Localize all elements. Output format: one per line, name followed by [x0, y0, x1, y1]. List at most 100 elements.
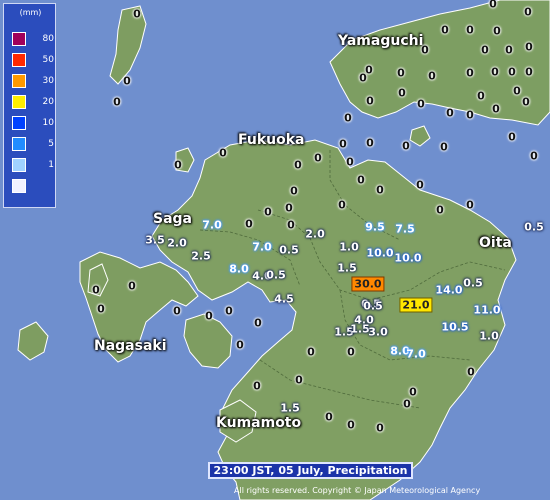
legend-swatch: [12, 32, 26, 46]
observation-value: 3.5: [145, 233, 165, 247]
place-yamaguchi: Yamaguchi: [338, 33, 424, 49]
observation-value: 0: [416, 178, 424, 192]
legend-level-label: 20: [42, 97, 54, 107]
observation-value: 0: [314, 151, 322, 165]
observation-value: 0: [295, 373, 303, 387]
observation-value: 0: [402, 139, 410, 153]
copyright-notice: All rights reserved. Copyright © Japan M…: [234, 486, 481, 495]
observation-value: 0: [376, 183, 384, 197]
observation-value: 0: [92, 283, 100, 297]
observation-value: 0: [513, 84, 521, 98]
map-caption: 23:00 JST, 05 July, Precipitation: [208, 462, 413, 479]
observation-value: 0: [467, 365, 475, 379]
place-saga: Saga: [153, 211, 192, 227]
observation-value: 0: [113, 95, 121, 109]
observation-value: 0: [428, 69, 436, 83]
observation-value: 30.0: [351, 276, 385, 292]
legend-level-label: 1: [48, 160, 54, 170]
observation-value: 0: [489, 0, 497, 11]
observation-value: 0: [492, 102, 500, 116]
legend-swatch: [12, 95, 26, 109]
observation-value: 1.0: [479, 329, 499, 343]
observation-value: 4.5: [274, 292, 294, 306]
observation-value: 7.0: [252, 240, 272, 254]
legend-swatch: [12, 158, 26, 172]
legend-unit: (mm): [19, 8, 42, 17]
observation-value: 0: [236, 338, 244, 352]
observation-value: 7.0: [202, 218, 222, 232]
observation-value: 0: [347, 418, 355, 432]
observation-value: 0: [440, 140, 448, 154]
observation-value: 0: [347, 345, 355, 359]
observation-value: 0.5: [266, 268, 286, 282]
observation-value: 7.5: [395, 222, 415, 236]
observation-value: 0: [466, 66, 474, 80]
legend-swatch: [12, 116, 26, 130]
observation-value: 0: [287, 218, 295, 232]
observation-value: 0: [481, 43, 489, 57]
place-kumamoto: Kumamoto: [216, 415, 302, 431]
observation-value: 3.0: [368, 325, 388, 339]
legend-level-label: 80: [42, 34, 54, 44]
observation-value: 0: [466, 198, 474, 212]
observation-value: 0: [398, 86, 406, 100]
observation-value: 9.5: [365, 220, 385, 234]
observation-value: 0: [530, 149, 538, 163]
observation-value: 0: [525, 65, 533, 79]
legend-level-label: 10: [42, 118, 54, 128]
observation-value: 0: [128, 279, 136, 293]
observation-value: 0.5: [524, 220, 544, 234]
observation-value: 0.5: [363, 299, 383, 313]
observation-value: 0: [97, 302, 105, 316]
observation-value: 2.5: [191, 249, 211, 263]
observation-value: 0: [508, 65, 516, 79]
observation-value: 0: [133, 7, 141, 21]
legend-level-label: 30: [42, 76, 54, 86]
place-fukuoka: Fukuoka: [238, 132, 305, 148]
observation-value: 1.5: [280, 401, 300, 415]
observation-value: 2.0: [167, 236, 187, 250]
observation-value: 10.0: [366, 246, 394, 260]
observation-value: 0: [376, 421, 384, 435]
observation-value: 0: [307, 345, 315, 359]
observation-value: 0: [123, 74, 131, 88]
observation-value: 0: [466, 23, 474, 37]
observation-value: 0: [493, 24, 501, 38]
precipitation-map: (mm) 80 50 30 20 10 5 1 Yamaguchi Fukuoka Saga…: [0, 0, 550, 500]
observation-value: 10.0: [394, 251, 422, 265]
observation-value: 7.0: [406, 347, 426, 361]
observation-value: 10.5: [441, 320, 469, 334]
precipitation-legend: (mm) 80 50 30 20 10 5 1: [3, 3, 56, 208]
observation-value: 11.0: [473, 303, 501, 317]
observation-value: 0: [264, 205, 272, 219]
observation-value: 8.0: [229, 262, 249, 276]
observation-value: 0: [325, 410, 333, 424]
observation-value: 0: [436, 203, 444, 217]
observation-value: 0.5: [279, 243, 299, 257]
observation-value: 0: [344, 111, 352, 125]
legend-swatch: [12, 137, 26, 151]
observation-value: 2.0: [305, 227, 325, 241]
observation-value: 0: [409, 385, 417, 399]
legend-level-label: 5: [48, 139, 54, 149]
legend-swatch: [12, 53, 26, 67]
observation-value: 0: [290, 184, 298, 198]
observation-value: 0: [446, 106, 454, 120]
observation-value: 0: [421, 43, 429, 57]
observation-value: 0: [417, 97, 425, 111]
observation-value: 0: [508, 130, 516, 144]
observation-value: 0: [491, 65, 499, 79]
observation-value: 0: [403, 397, 411, 411]
observation-value: 0: [225, 304, 233, 318]
observation-value: 0: [245, 217, 253, 231]
legend-level-label: 50: [42, 55, 54, 65]
observation-value: 21.0: [399, 297, 433, 313]
legend-swatch: [12, 179, 26, 193]
observation-value: 1.0: [339, 240, 359, 254]
observation-value: 0: [366, 136, 374, 150]
observation-value: 0: [346, 155, 354, 169]
observation-value: 0: [285, 201, 293, 215]
observation-value: 0: [477, 89, 485, 103]
observation-value: 0: [525, 40, 533, 54]
observation-value: 0: [253, 379, 261, 393]
